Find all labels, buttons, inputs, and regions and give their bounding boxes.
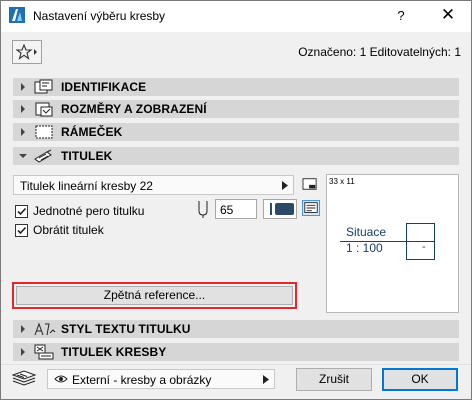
- window-title: Nastavení výběru kresby: [33, 9, 166, 23]
- cancel-button[interactable]: Zrušit: [296, 368, 372, 391]
- cross-reference-button[interactable]: Zpětná reference...: [16, 286, 293, 305]
- title-type-dropdown[interactable]: Titulek lineární kresby 22: [13, 175, 294, 195]
- section-title-text-style[interactable]: STYL TEXTU TITULKU: [13, 320, 459, 338]
- preview-scale: 1 : 100: [346, 241, 383, 255]
- pen-number-input[interactable]: 65: [215, 199, 257, 219]
- dimensions-display-icon: [35, 102, 53, 117]
- title-icon: [34, 149, 52, 163]
- preview-number: -: [422, 241, 426, 253]
- eye-icon: [54, 375, 68, 383]
- section-title[interactable]: TITULEK: [13, 147, 459, 165]
- section-dimensions-display[interactable]: ROZMĚRY A ZOBRAZENÍ: [13, 100, 459, 118]
- section-label: TITULEK KRESBY: [61, 345, 167, 359]
- star-icon: [16, 44, 37, 60]
- preview-drawing-name: Situace: [346, 225, 387, 239]
- flip-title-checkbox[interactable]: [15, 223, 28, 237]
- flip-title-label: Obrátit titulek: [33, 223, 104, 237]
- ok-button[interactable]: OK: [382, 368, 458, 391]
- pen-icon: [198, 201, 208, 218]
- settings-dialog: Nastavení výběru kresby ? ✕ Označeno: 1 …: [0, 0, 472, 400]
- drawing-title-icon: [34, 344, 54, 360]
- layers-icon[interactable]: [11, 369, 37, 389]
- pen-color-swatch[interactable]: [263, 199, 297, 219]
- footer-divider: [1, 364, 471, 365]
- section-label: IDENTIFIKACE: [61, 80, 147, 94]
- favorites-button[interactable]: [12, 40, 42, 64]
- cross-reference-highlight: Zpětná reference...: [12, 282, 297, 309]
- section-drawing-title[interactable]: TITULEK KRESBY: [13, 343, 459, 361]
- checkmark-icon: [17, 226, 27, 234]
- close-button[interactable]: ✕: [437, 5, 459, 25]
- collapse-arrow-icon: [19, 154, 27, 158]
- title-preview: 33 x 11 Situace 1 : 100 -: [326, 174, 459, 313]
- selection-count: Označeno: 1 Editovatelných: 1: [298, 45, 461, 59]
- uniform-pen-label: Jednotné pero titulku: [33, 204, 145, 218]
- section-label: TITULEK: [61, 149, 113, 163]
- flip-title-row[interactable]: Obrátit titulek: [15, 223, 104, 237]
- title-text-icon[interactable]: [301, 199, 321, 217]
- dropdown-arrow-icon: [263, 375, 269, 384]
- uniform-pen-checkbox[interactable]: [15, 204, 28, 218]
- expand-arrow-icon: [21, 105, 25, 113]
- dropdown-arrow-icon: [282, 181, 288, 190]
- checkmark-icon: [17, 207, 27, 215]
- section-label: RÁMEČEK: [61, 125, 123, 139]
- expand-arrow-icon: [21, 83, 25, 91]
- uniform-pen-row[interactable]: Jednotné pero titulku: [15, 204, 144, 218]
- title-bar: Nastavení výběru kresby ? ✕: [1, 1, 471, 32]
- section-label: STYL TEXTU TITULKU: [61, 322, 191, 336]
- pen-color-fill: [275, 203, 294, 215]
- layer-dropdown[interactable]: Externí - kresby a obrázky: [47, 369, 275, 389]
- pen-number-value: 65: [220, 203, 234, 217]
- expand-arrow-icon: [21, 325, 25, 333]
- section-frame[interactable]: RÁMEČEK: [13, 123, 459, 141]
- section-label: ROZMĚRY A ZOBRAZENÍ: [61, 102, 207, 116]
- archicad-app-icon: [9, 7, 25, 23]
- expand-arrow-icon: [21, 128, 25, 136]
- frame-icon: [35, 125, 53, 139]
- layer-value: Externí - kresby a obrázky: [72, 373, 212, 387]
- section-identification[interactable]: IDENTIFIKACE: [13, 78, 459, 96]
- pen-color-bar: [270, 203, 272, 215]
- identification-icon: [34, 79, 53, 94]
- expand-arrow-icon: [21, 348, 25, 356]
- text-style-icon: [34, 322, 56, 336]
- help-button[interactable]: ?: [393, 8, 409, 23]
- title-type-value: Titulek lineární kresby 22: [20, 179, 153, 193]
- preview-size: 33 x 11: [329, 177, 355, 186]
- title-position-icon[interactable]: [301, 176, 319, 192]
